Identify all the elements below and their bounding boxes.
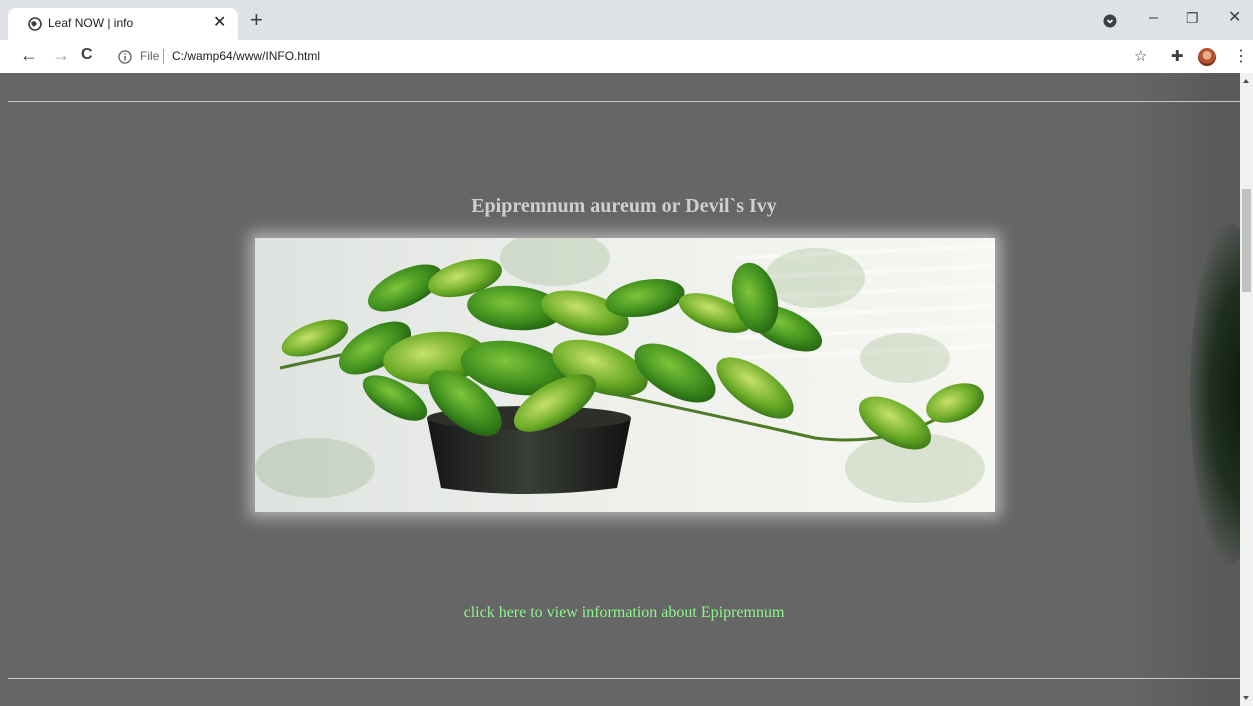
address-bar[interactable]: File C:/wamp64/www/INFO.html (106, 43, 1156, 71)
epipremnum-info-link[interactable]: click here to view information about Epi… (8, 604, 1240, 622)
tab-strip: Leaf NOW | info ✕ + – ❐ ✕ (0, 0, 1253, 40)
plant-illustration (255, 238, 995, 512)
tab-title: Leaf NOW | info (48, 16, 134, 30)
page-viewport: Epipremnum aureum or Devil`s Ivy click h… (0, 73, 1253, 706)
bookmark-star-icon[interactable]: ☆ (1134, 48, 1147, 66)
browser-toolbar: ← → C File C:/wamp64/www/INFO.html ☆ ✚ ⋮ (0, 40, 1253, 73)
close-window-button[interactable]: ✕ (1228, 8, 1241, 28)
info-icon[interactable] (118, 50, 132, 64)
scroll-down-arrow-icon[interactable] (1243, 696, 1249, 700)
close-tab-icon[interactable]: ✕ (213, 14, 226, 32)
top-divider (8, 101, 1240, 102)
profile-avatar[interactable] (1198, 48, 1216, 66)
url-text[interactable]: C:/wamp64/www/INFO.html (172, 49, 320, 63)
minimize-button[interactable]: – (1149, 8, 1158, 28)
vertical-scrollbar[interactable] (1240, 73, 1253, 706)
browser-tab[interactable]: Leaf NOW | info ✕ (8, 8, 238, 40)
plant-image (255, 238, 995, 512)
globe-icon (28, 17, 42, 31)
scrollbar-thumb[interactable] (1242, 189, 1251, 292)
bottom-divider (8, 678, 1240, 679)
menu-icon[interactable]: ⋮ (1233, 48, 1249, 66)
reload-button[interactable]: C (81, 45, 93, 65)
restore-button[interactable]: ❐ (1186, 8, 1199, 28)
address-separator (163, 49, 164, 64)
back-button[interactable]: ← (20, 45, 38, 65)
scroll-up-arrow-icon[interactable] (1243, 79, 1249, 83)
plant-title: Epipremnum aureum or Devil`s Ivy (471, 195, 777, 217)
extensions-icon[interactable]: ✚ (1171, 48, 1184, 66)
scheme-label: File (140, 49, 160, 63)
tab-search-icon[interactable] (1103, 14, 1117, 28)
new-tab-button[interactable]: + (250, 9, 263, 31)
forward-button[interactable]: → (52, 45, 70, 65)
